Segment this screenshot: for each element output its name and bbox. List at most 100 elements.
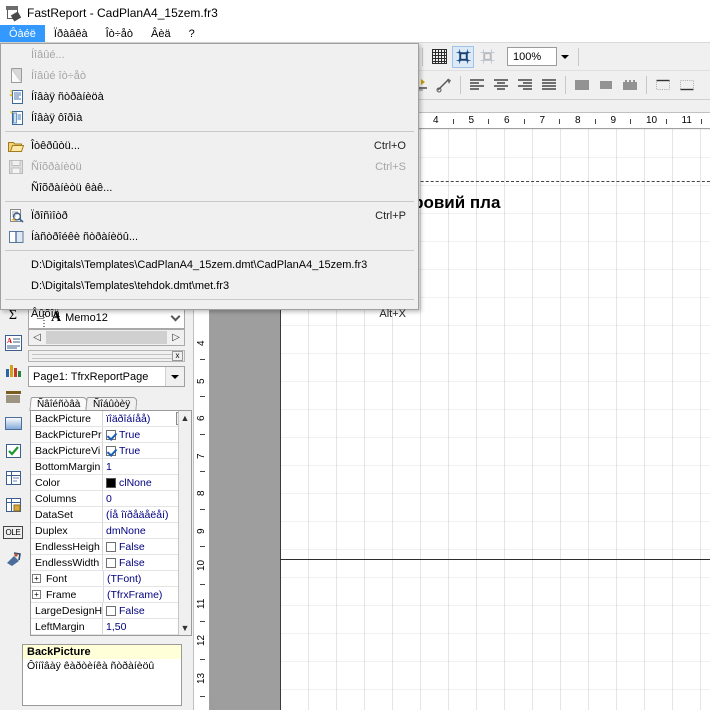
menu-item[interactable]: D:\Digitals\Templates\CadPlanA4_15zem.dm… [1, 254, 418, 275]
scroll-down-arrow-icon[interactable]: ▼ [179, 621, 192, 635]
page-selector-arrow[interactable] [165, 367, 184, 386]
splitter-grip-icon [211, 700, 214, 710]
menu-file[interactable]: Ôàéë [0, 25, 45, 42]
color-swatch-icon [106, 477, 116, 488]
barcode-tool[interactable] [2, 386, 24, 408]
align-grid-icon [480, 49, 494, 64]
menu-report[interactable]: Îò÷åò [97, 25, 142, 42]
new-form-icon [7, 110, 25, 126]
page-setup-icon [7, 229, 25, 245]
align-to-grid-button[interactable] [476, 46, 498, 68]
property-row-font[interactable]: + Font (TFont) [31, 571, 191, 587]
checkbox-icon[interactable] [106, 541, 116, 552]
checkbox-icon[interactable] [106, 445, 116, 456]
object-tree-hscrollbar[interactable]: ◁ ▷ [28, 329, 185, 346]
frame-top-button[interactable] [652, 74, 674, 96]
rich-text-tool[interactable]: A [2, 332, 24, 354]
property-row-largedesignheight[interactable]: LargeDesignH False [31, 603, 191, 619]
space-vertically-button[interactable] [619, 74, 641, 96]
close-icon[interactable]: x [172, 351, 183, 361]
scroll-up-arrow-icon[interactable]: ▲ [179, 411, 192, 425]
menu-item[interactable]: Íàñòðîéêè ñòðàíèöû... [1, 226, 418, 247]
ole-tool[interactable]: OLE [2, 521, 24, 543]
chart-tool[interactable] [2, 359, 24, 381]
new-page-icon [7, 89, 25, 105]
menu-separator [5, 299, 414, 300]
property-row-backpicture[interactable]: BackPicture ïîäðîáíåå) … [31, 411, 191, 427]
property-row-backpictureprint[interactable]: BackPicturePr True [31, 427, 191, 443]
chevron-down-icon [560, 54, 569, 59]
property-row-dataset[interactable]: DataSet (Íå îïðåäåëåí) [31, 507, 191, 523]
page-selector-combo[interactable]: Page1: TfrxReportPage [28, 366, 185, 387]
table-tool[interactable] [2, 494, 24, 516]
ruler-minor-tick [630, 119, 632, 124]
property-grid-scrollbar[interactable]: ▲ ▼ [178, 411, 191, 635]
scroll-right-arrow-icon[interactable]: ▷ [168, 330, 184, 345]
property-name: Frame [42, 587, 104, 602]
file-dropdown-menu[interactable]: Íîâûé... Íîâûé îò÷åò Íîâàÿ ñòðàíèöà Íîâàÿ ô… [0, 43, 419, 320]
panel-drag-handle[interactable]: x [28, 350, 185, 362]
property-name: Duplex [31, 523, 103, 538]
align-justify-icon [542, 79, 556, 90]
property-row-bottommargin[interactable]: BottomMargin 1 [31, 459, 191, 475]
property-row-endlessheight[interactable]: EndlessHeigh False [31, 539, 191, 555]
checkbox-icon[interactable] [106, 557, 116, 568]
menu-item-label: Ñîõðàíèòü êàê... [31, 181, 113, 194]
scroll-left-arrow-icon[interactable]: ◁ [29, 330, 45, 345]
menu-item[interactable]: D:\Digitals\Templates\tehdok.dmt\met.fr3 [1, 275, 418, 296]
ruler-tick-label: 7 [196, 452, 207, 459]
menu-item[interactable]: Ñîõðàíèòü êàê... [1, 177, 418, 198]
property-row-duplex[interactable]: Duplex dmNone [31, 523, 191, 539]
menu-view[interactable]: Âèä [142, 25, 180, 42]
menu-help[interactable]: ? [180, 25, 204, 42]
property-row-frame[interactable]: + Frame (TfrxFrame) [31, 587, 191, 603]
cellular-text-tool[interactable] [2, 548, 24, 570]
snap-to-grid-button[interactable] [452, 45, 474, 68]
center-horizontally-button[interactable] [595, 74, 617, 96]
property-row-leftmargin[interactable]: LeftMargin 1,50 [31, 619, 191, 635]
paintbrush-icon [436, 78, 451, 93]
menu-item[interactable]: Ïðîñìîòð Ctrl+P [1, 205, 418, 226]
zoom-dropdown-arrow[interactable] [557, 47, 572, 66]
menu-item[interactable]: Íîâàÿ ôîðìà [1, 107, 418, 128]
tab-properties[interactable]: Ñâîéñòâà [29, 397, 89, 411]
expand-icon[interactable]: + [32, 574, 41, 583]
menu-item[interactable]: Îòêðûòü... Ctrl+O [1, 135, 418, 156]
property-grid[interactable]: BackPicture ïîäðîáíåå) … BackPicturePr T… [30, 410, 192, 636]
tab-events[interactable]: Ñîáûòèÿ [85, 397, 139, 411]
show-grid-button[interactable] [428, 46, 450, 68]
checkbox-icon [5, 444, 21, 458]
menu-item[interactable]: Âûõîä Alt+X [1, 303, 418, 324]
ruler-minor-tick [452, 119, 454, 124]
property-row-color[interactable]: Color clNone [31, 475, 191, 491]
property-row-backpicturevisible[interactable]: BackPictureVi True [31, 443, 191, 459]
panel-splitter[interactable] [209, 695, 216, 710]
property-name: EndlessHeigh [31, 539, 103, 554]
title-bar: FastReport - CadPlanA4_15zem.fr3 [0, 0, 710, 25]
menu-edit[interactable]: Ïðàâêà [45, 25, 97, 42]
property-value-text: 0 [106, 492, 112, 505]
align-center-button[interactable] [490, 74, 512, 96]
new-report-icon [7, 68, 25, 84]
checkbox-icon[interactable] [106, 605, 116, 616]
expand-icon[interactable]: + [32, 590, 41, 599]
align-left-button[interactable] [466, 74, 488, 96]
scroll-thumb[interactable] [46, 331, 167, 344]
zoom-combo[interactable]: 100% [507, 47, 557, 66]
menu-item-shortcut: Ctrl+P [375, 209, 406, 222]
gradient-tool[interactable] [2, 413, 24, 435]
frame-bottom-button[interactable] [676, 74, 698, 96]
property-row-endlesswidth[interactable]: EndlessWidth False [31, 555, 191, 571]
menu-item: Ñîõðàíèòü Ctrl+S [1, 156, 418, 177]
ruler-minor-tick [488, 119, 490, 124]
space-horizontally-button[interactable] [571, 74, 593, 96]
checkbox-tool[interactable] [2, 440, 24, 462]
checkbox-icon[interactable] [106, 429, 116, 440]
menu-item[interactable]: Íîâàÿ ñòðàíèöà [1, 86, 418, 107]
property-row-columns[interactable]: Columns 0 [31, 491, 191, 507]
matrix-tool[interactable] [2, 467, 24, 489]
align-justify-button[interactable] [538, 74, 560, 96]
format-painter-button[interactable] [433, 74, 455, 96]
align-right-button[interactable] [514, 74, 536, 96]
property-name: LargeDesignH [31, 603, 103, 618]
